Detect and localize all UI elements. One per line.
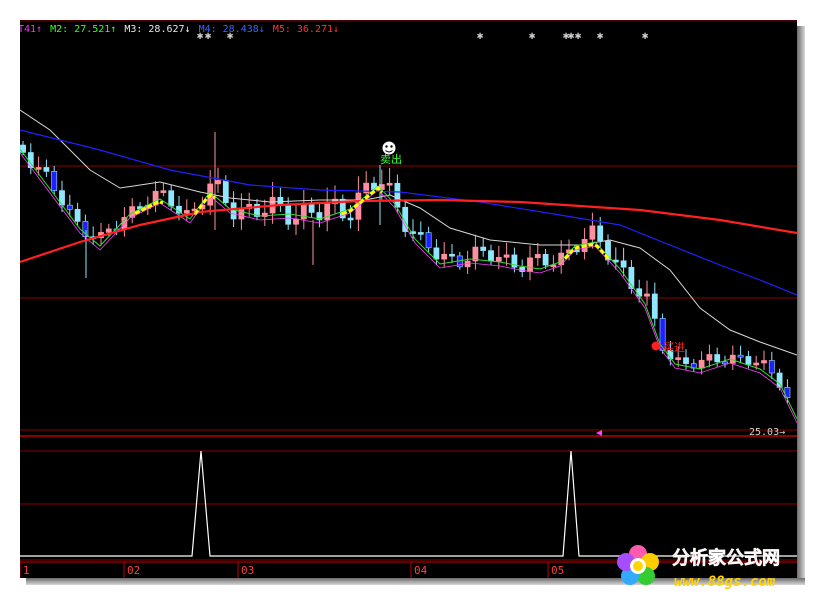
candle-body — [66, 204, 73, 210]
star-marker: ✱ — [477, 29, 484, 42]
candle-body — [425, 232, 432, 249]
candle-body — [745, 356, 752, 365]
candle-body — [386, 182, 393, 186]
candle-body — [285, 204, 292, 225]
legend-item-2: M3: 28.627↓ — [124, 24, 190, 35]
candle-body — [698, 359, 705, 369]
legend-item-1: M2: 27.521↑ — [50, 24, 116, 35]
stock-chart-panel[interactable]: ✱ ✱ ✱ ✱ ✱ ✱ ✱ ✱ ✱ ✱ 卖出 买进 25.03→ T41↑ M2: 27.521↑ M3: … — [18, 20, 798, 578]
ma-white-line — [19, 109, 798, 356]
candle-body — [597, 225, 604, 242]
candle-body — [105, 228, 112, 233]
price-reference-label: 25.03→ — [749, 427, 785, 438]
magenta-pointer-icon — [596, 430, 602, 436]
candle-body — [433, 247, 440, 260]
legend-item-0: T41↑ — [20, 24, 42, 35]
candle-body — [527, 257, 533, 272]
candle-body — [714, 354, 721, 363]
candle-body — [503, 254, 510, 258]
candle-body — [183, 210, 190, 214]
candle-body — [160, 190, 167, 193]
candle-body — [761, 360, 767, 364]
candle-body — [776, 372, 783, 388]
candle-body — [417, 232, 424, 235]
candle-body — [620, 260, 627, 268]
sell-signal-label: 卖出 — [380, 152, 402, 166]
axis-tick-label: 03 — [241, 564, 254, 577]
chart-svg: ✱ ✱ ✱ ✱ ✱ ✱✱ ✱ ✱ ✱卖出买进25.03→ T41↑ M2: 27.521↑ M3: … — [18, 20, 798, 578]
candle-body — [612, 259, 619, 263]
watermark-logo: 分析家公式网 www.88gs.com — [612, 536, 812, 596]
watermark-url: www.88gs.com — [674, 574, 776, 590]
chart-grid — [20, 20, 797, 561]
signal-markers: ✱ ✱ ✱ ✱ ✱ ✱✱ ✱ ✱ ✱卖出买进25.03→ — [197, 29, 785, 438]
star-marker: ✱ — [597, 29, 604, 42]
candle-body — [737, 354, 744, 358]
candle-body — [222, 180, 229, 203]
axis-tick-label: 1 — [23, 564, 30, 577]
candle-body — [449, 253, 455, 257]
candle-body — [215, 180, 221, 185]
flower-logo-icon — [617, 545, 659, 585]
candle-body — [542, 254, 549, 266]
candle-body — [394, 182, 401, 208]
candle-body — [51, 171, 58, 191]
candle-body — [589, 225, 596, 240]
candle-body — [480, 246, 487, 251]
candle-body — [534, 254, 541, 259]
candle-body — [753, 362, 760, 366]
candle-body — [35, 167, 42, 170]
star-marker: ✱ — [529, 29, 536, 42]
candle-body — [347, 217, 354, 221]
candle-body — [651, 293, 658, 319]
candle-body — [644, 293, 650, 297]
star-marker: ✱ — [568, 29, 575, 42]
candle-body — [722, 361, 728, 365]
candle-body — [74, 209, 81, 222]
candle-body — [675, 357, 682, 360]
axis-tick-label: 02 — [127, 564, 140, 577]
candle-body — [441, 253, 448, 260]
candle-body — [768, 360, 775, 374]
moving-average-lines — [19, 109, 798, 424]
axis-tick-label: 04 — [414, 564, 428, 577]
chart-window: ✱ ✱ ✱ ✱ ✱ ✱ ✱ ✱ ✱ ✱ 卖出 买进 25.03→ T41↑ M2: 27.521↑ M3: … — [0, 0, 817, 598]
star-marker: ✱ — [642, 29, 649, 42]
candle-body — [230, 202, 237, 220]
candle-body — [488, 250, 494, 262]
candle-body — [308, 204, 315, 213]
watermark-title: 分析家公式网 — [672, 547, 780, 569]
buy-signal-label: 买进 — [663, 341, 685, 354]
candle-body — [238, 208, 245, 220]
window-shadow-right — [797, 26, 805, 582]
buy-signal-dot — [651, 341, 661, 351]
legend-item-3: M4: 28.438↓ — [199, 24, 265, 35]
candle-body — [706, 354, 713, 361]
indicator-legend: T41↑ M2: 27.521↑ M3: 28.627↓ M4: 28.438↓ M5:… — [18, 24, 339, 35]
candle-body — [82, 221, 89, 237]
candle-body — [683, 357, 689, 364]
candle-body — [43, 167, 50, 172]
axis-tick-label: 05 — [551, 564, 564, 577]
star-marker: ✱ — [575, 29, 582, 42]
legend-item-4: M5: 36.271↓ — [273, 24, 339, 35]
candle-body — [495, 257, 502, 262]
candle-body — [293, 218, 299, 225]
candle-body — [168, 190, 175, 207]
